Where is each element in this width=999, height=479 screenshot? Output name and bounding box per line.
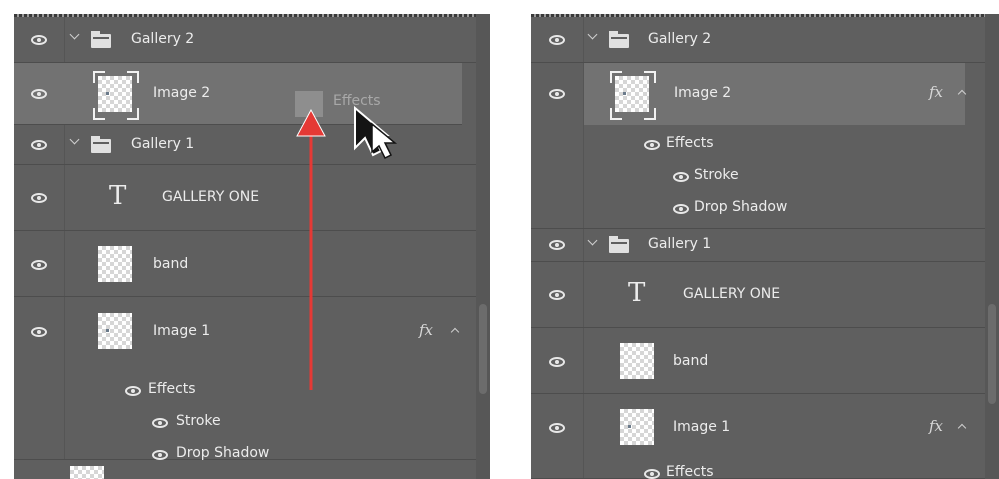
effects-label: Effects [666,464,714,479]
folder-icon [91,31,111,48]
layer-name: band [153,256,189,272]
visibility-eye-icon[interactable] [549,35,565,45]
eye-column-divider [583,229,584,261]
selection-bracket-icon [93,71,105,83]
layer-name: Image 2 [153,85,211,101]
layer-row-image-2[interactable]: Image 2 fx Effects Stroke Drop Shadow [531,63,985,229]
effects-visibility-eye-icon[interactable] [125,386,141,396]
chevron-down-icon[interactable] [587,235,598,246]
collapse-effects-icon[interactable] [957,423,967,433]
layer-name: GALLERY ONE [162,189,260,205]
layer-name: Gallery 2 [131,31,195,47]
layer-row-gallery-one-text[interactable]: T GALLERY ONE [14,165,476,231]
visibility-eye-icon[interactable] [31,140,47,150]
layer-thumbnail [98,313,132,349]
visibility-eye-icon[interactable] [31,35,47,45]
chevron-down-icon[interactable] [69,134,80,145]
effects-visibility-eye-icon[interactable] [644,140,660,150]
visibility-eye-icon[interactable] [549,423,565,433]
layer-row-image-1[interactable]: Image 1 fx Effects Stroke Drop Shadow [14,297,476,461]
eye-column-divider [64,17,65,62]
layer-row-gallery-1[interactable]: Gallery 1 [14,125,476,165]
fx-icon[interactable]: fx [929,83,943,101]
layer-row-gallery-1[interactable]: Gallery 1 [531,229,985,262]
drop-shadow-visibility-eye-icon[interactable] [673,204,689,214]
layer-name: band [673,353,709,369]
panel-scrollbar[interactable] [476,14,490,479]
eye-column-divider [583,63,584,228]
visibility-eye-icon[interactable] [31,89,47,99]
drag-ghost-label: Effects [333,93,381,109]
scrollbar-thumb[interactable] [479,304,487,394]
visibility-eye-icon[interactable] [31,260,47,270]
folder-icon [91,136,111,153]
eye-column-divider [64,125,65,164]
layer-name: GALLERY ONE [683,286,781,302]
layer-row-gallery-one-text[interactable]: T GALLERY ONE [531,262,985,328]
layer-row-gallery-2[interactable]: Gallery 2 [531,17,985,63]
layer-row-image-1[interactable]: Image 1 fx Effects [531,394,985,479]
folder-icon [609,236,629,253]
layer-thumbnail [98,246,132,282]
effects-label: Effects [148,381,196,397]
text-layer-icon: T [628,278,646,308]
stroke-label: Stroke [176,413,221,429]
layers-panel-before: Gallery 2 Image 2 Effects Gallery 1 T GA… [14,14,490,479]
drop-shadow-label: Drop Shadow [176,445,270,461]
visibility-eye-icon[interactable] [31,193,47,203]
layer-row-partial[interactable] [14,460,476,479]
fx-icon[interactable]: fx [419,321,433,339]
drop-shadow-label: Drop Shadow [694,199,788,215]
layer-name: Gallery 2 [648,31,712,47]
layer-row-gallery-2[interactable]: Gallery 2 [14,17,476,63]
stroke-visibility-eye-icon[interactable] [152,418,168,428]
effects-label: Effects [666,135,714,151]
selection-bracket-icon [610,71,622,83]
layer-name: Gallery 1 [131,136,195,152]
layer-row-band[interactable]: band [531,328,985,394]
selection-bracket-icon [610,108,622,120]
panel-scrollbar[interactable] [985,14,999,479]
layer-thumbnail [70,466,104,479]
layer-thumbnail [620,343,654,379]
eye-column-divider [583,328,584,393]
eye-column-divider [64,165,65,230]
eye-column-divider [583,17,584,62]
selection-bracket-icon [644,108,656,120]
chevron-down-icon[interactable] [69,29,80,40]
layer-name: Image 1 [153,323,211,339]
selection-bracket-icon [127,108,139,120]
eye-column-divider [583,394,584,478]
visibility-eye-icon[interactable] [549,290,565,300]
drag-ghost-thumbnail [295,91,323,117]
layer-name: Image 2 [674,85,732,101]
layer-name: Image 1 [673,419,731,435]
selection-bracket-icon [644,71,656,83]
effects-visibility-eye-icon[interactable] [644,469,660,479]
selection-bracket-icon [93,108,105,120]
layer-row-image-2[interactable]: Image 2 Effects [14,63,462,125]
layer-name: Gallery 1 [648,236,712,252]
visibility-eye-icon[interactable] [549,357,565,367]
layer-thumbnail [620,409,654,445]
layer-row-band[interactable]: band [14,231,476,297]
visibility-eye-icon[interactable] [549,240,565,250]
drop-shadow-visibility-eye-icon[interactable] [152,450,168,460]
text-layer-icon: T [109,181,127,211]
collapse-effects-icon[interactable] [450,327,460,337]
layers-panel-after: Gallery 2 Image 2 fx Effects Stroke Drop… [531,14,999,479]
eye-column-divider [583,262,584,327]
visibility-eye-icon[interactable] [31,327,47,337]
fx-icon[interactable]: fx [929,417,943,435]
stroke-visibility-eye-icon[interactable] [673,172,689,182]
chevron-down-icon[interactable] [587,29,598,40]
visibility-eye-icon[interactable] [549,89,565,99]
selection-bracket-icon [127,71,139,83]
scrollbar-thumb[interactable] [988,304,996,404]
eye-column-divider [64,297,65,459]
eye-column-divider [64,231,65,296]
stroke-label: Stroke [694,167,739,183]
folder-icon [609,31,629,48]
